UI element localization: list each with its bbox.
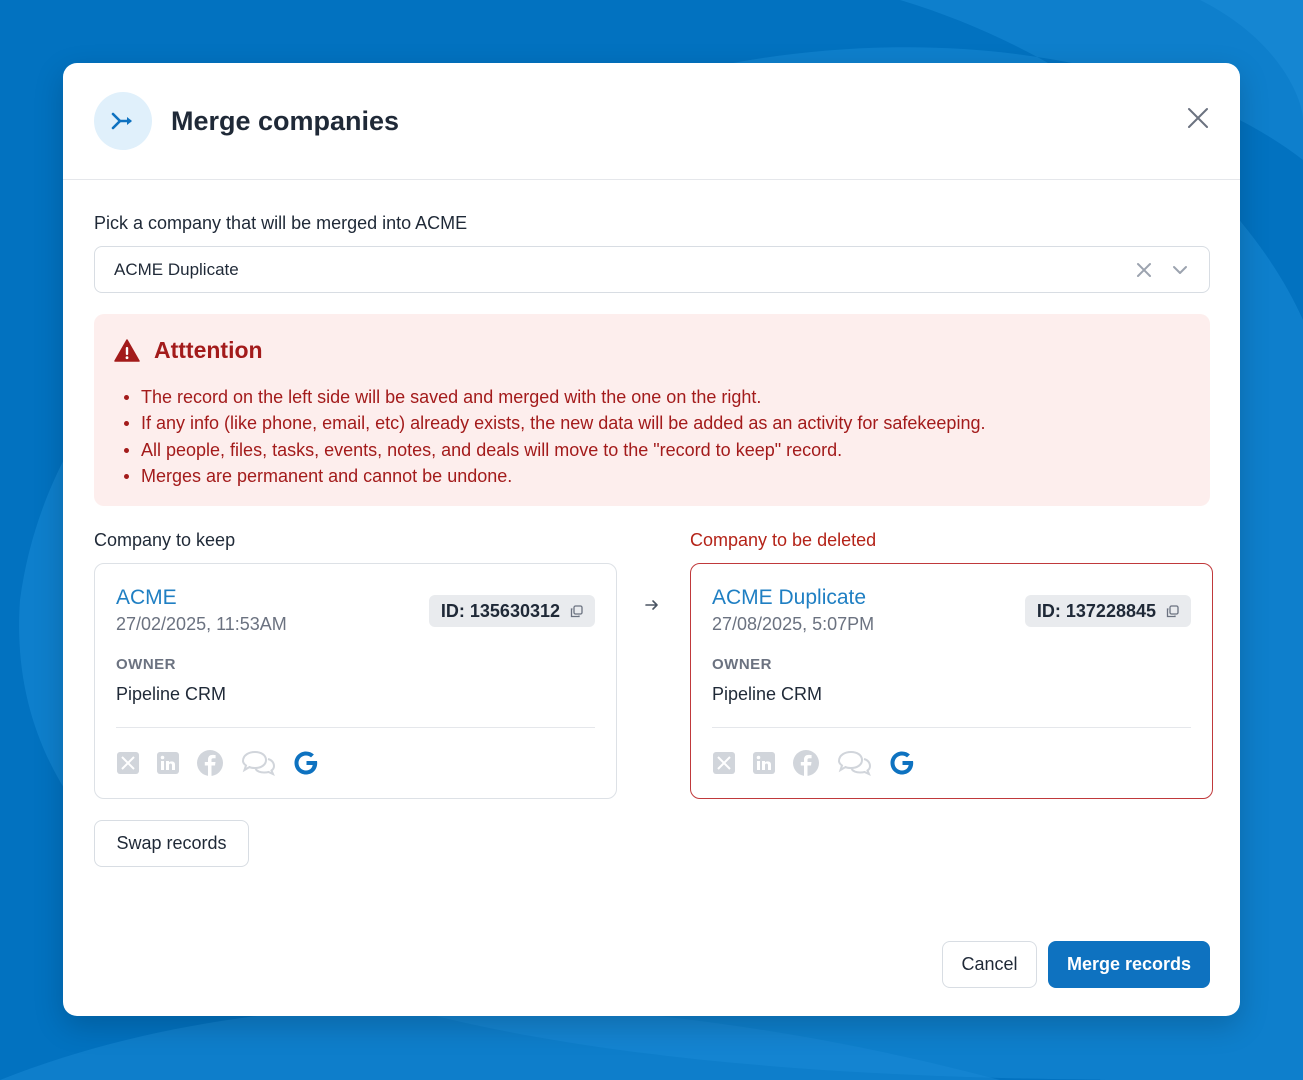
- company-name-link[interactable]: ACME: [116, 586, 177, 610]
- social-links: [712, 749, 932, 777]
- chat-icon[interactable]: [240, 749, 276, 777]
- company-delete-card: ACME Duplicate 27/08/2025, 5:07PM ID: 13…: [690, 563, 1213, 799]
- company-select[interactable]: ACME Duplicate: [94, 246, 1210, 293]
- alert-list: The record on the left side will be save…: [122, 384, 985, 489]
- owner-label: OWNER: [116, 656, 176, 673]
- alert-item: The record on the left side will be save…: [122, 384, 985, 410]
- swap-records-button[interactable]: Swap records: [94, 820, 249, 867]
- dialog-title: Merge companies: [171, 105, 400, 136]
- delete-heading: Company to be deleted: [690, 530, 877, 550]
- keep-heading: Company to keep: [94, 530, 236, 550]
- cancel-button[interactable]: Cancel: [942, 941, 1037, 988]
- chevron-down-icon[interactable]: [1171, 261, 1189, 279]
- picker-label: Pick a company that will be merged into …: [94, 213, 468, 233]
- copy-icon[interactable]: [1166, 604, 1179, 618]
- merge-arrow-icon: [94, 92, 152, 150]
- clear-icon[interactable]: [1135, 261, 1153, 279]
- linkedin-icon[interactable]: [752, 751, 776, 775]
- company-id: ID: 137228845: [1036, 600, 1156, 621]
- google-icon[interactable]: [292, 749, 320, 777]
- facebook-icon[interactable]: [792, 749, 820, 777]
- card-divider: [712, 727, 1191, 728]
- copy-icon[interactable]: [570, 604, 583, 618]
- alert-item: All people, files, tasks, events, notes,…: [122, 437, 985, 463]
- merge-records-button[interactable]: Merge records: [1048, 941, 1210, 988]
- alert-title: Atttention: [114, 337, 263, 364]
- close-icon: [1188, 108, 1208, 128]
- social-links: [116, 749, 336, 777]
- x-icon[interactable]: [116, 751, 140, 775]
- id-badge: ID: 137228845: [1024, 595, 1191, 627]
- x-icon[interactable]: [712, 751, 736, 775]
- close-button[interactable]: [1184, 104, 1212, 132]
- owner-label: OWNER: [712, 656, 772, 673]
- linkedin-icon[interactable]: [156, 751, 180, 775]
- dialog-header: Merge companies: [63, 63, 1240, 180]
- chat-icon[interactable]: [836, 749, 872, 777]
- google-icon[interactable]: [888, 749, 916, 777]
- facebook-icon[interactable]: [196, 749, 224, 777]
- owner-value: Pipeline CRM: [712, 684, 823, 704]
- alert-title-text: Atttention: [154, 337, 263, 363]
- attention-alert: Atttention The record on the left side w…: [94, 314, 1210, 506]
- owner-value: Pipeline CRM: [116, 684, 227, 704]
- alert-item: If any info (like phone, email, etc) alr…: [122, 410, 985, 436]
- merge-companies-dialog: Merge companies Pick a company that will…: [63, 63, 1240, 1016]
- alert-item: Merges are permanent and cannot be undon…: [122, 463, 985, 489]
- company-date: 27/02/2025, 11:53AM: [116, 614, 287, 634]
- card-divider: [116, 727, 595, 728]
- company-keep-card: ACME 27/02/2025, 11:53AM ID: 135630312 O…: [94, 563, 617, 799]
- company-name-link[interactable]: ACME Duplicate: [712, 586, 866, 610]
- company-date: 27/08/2025, 5:07PM: [712, 614, 875, 634]
- warning-triangle-icon: [114, 339, 140, 362]
- arrow-right-icon: [645, 600, 658, 610]
- id-badge: ID: 135630312: [428, 595, 595, 627]
- company-select-value: ACME Duplicate: [114, 259, 239, 279]
- company-id: ID: 135630312: [440, 600, 560, 621]
